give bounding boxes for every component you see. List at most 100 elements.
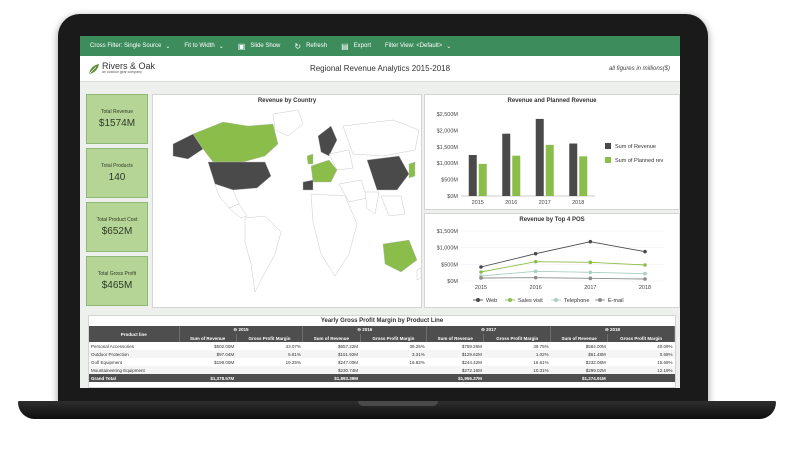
table-cell: 0.68% [607, 350, 675, 358]
revenue-bar-chart[interactable]: $0M $500M $1,000M $1,500M $2,000M $2,500M 2015… [425, 104, 679, 208]
map-region-china [366, 155, 410, 191]
export-icon: ▤ [341, 41, 349, 51]
x-tick-label: 2018 [572, 200, 584, 206]
kpi-value: $1574M [98, 118, 136, 129]
map-region-south-america [244, 215, 282, 293]
fit-to-width-label: Fit to Width [184, 43, 215, 49]
pos-chart-panel: Revenue by Top 4 POS $0M $500M $1,000M $1,5… [424, 213, 680, 308]
kpi-value: $465M [101, 280, 133, 291]
y-tick-label: $1,000M [437, 246, 459, 252]
column-header[interactable]: Gross Profit Margin [360, 334, 428, 342]
bar [579, 156, 588, 196]
legend-swatch [605, 143, 611, 149]
table-cell: 1.02% [483, 350, 551, 358]
map-region-japan [408, 161, 416, 179]
kpi-value: 140 [108, 172, 126, 183]
table-row[interactable]: Golf Equipment $198.00M 19.25% $247.00M 16.8… [89, 358, 675, 366]
fit-to-width-dropdown[interactable]: Fit to Width ⌄ [178, 36, 229, 56]
data-point [533, 275, 538, 280]
map-region-scandinavia [317, 125, 338, 157]
x-tick-label: 2018 [639, 285, 651, 291]
table-cell: $759.26M [426, 342, 484, 350]
leaf-icon [88, 63, 99, 74]
column-header[interactable]: Gross Profit Margin [236, 334, 304, 342]
kpi-value: $652M [101, 226, 133, 237]
table-cell: 40.09% [607, 342, 675, 350]
y-tick-label: $2,500M [437, 112, 459, 118]
table-cell [360, 366, 427, 374]
data-point [533, 269, 538, 274]
column-header[interactable]: Gross Profit Margin [483, 334, 552, 342]
data-point [588, 270, 593, 275]
bar [545, 144, 554, 196]
map-panel: Revenue by Country [152, 94, 422, 308]
grand-total-row[interactable]: Grand Total $1,378.57M $1,893.39M $1,955.37… [89, 374, 675, 382]
kpi-card-total-product-cost[interactable]: Total Product Cost $652M [86, 202, 148, 252]
column-header[interactable]: Sum of Revenue [550, 334, 609, 342]
year-header[interactable]: ⊖ 2018 [550, 326, 675, 334]
year-header[interactable]: ⊖ 2016 [302, 326, 428, 334]
pos-line-chart[interactable]: $0M $500M $1,000M $1,500M 2015 2016 2017 2018 We… [425, 223, 679, 307]
table-cell [179, 366, 237, 374]
table-cell: $247.00M [302, 358, 360, 366]
year-header[interactable]: ⊖ 2017 [426, 326, 552, 334]
map-region-west-europe [310, 159, 338, 183]
export-button[interactable]: ▤ Export [335, 36, 377, 56]
table-cell: $61.48M [550, 350, 608, 358]
column-header[interactable]: Sum of Revenue [302, 334, 361, 342]
table-cell: $232.08M [550, 358, 608, 366]
legend-marker [508, 298, 512, 302]
legend-label: Web [486, 298, 497, 304]
table-cell: 10.31% [483, 366, 551, 374]
table-cell: $198.00M [179, 358, 237, 366]
table-cell: 12.19% [607, 366, 675, 374]
bar [569, 143, 578, 196]
column-header[interactable]: Sum of Revenue [426, 334, 485, 342]
slideshow-icon: ▣ [237, 41, 246, 51]
refresh-button[interactable]: ↻ Refresh [288, 36, 333, 56]
cross-filter-dropdown[interactable]: Cross Filter: Single Source ⌄ [84, 36, 176, 56]
map-region-uk [306, 153, 314, 165]
bar [512, 155, 521, 196]
bar [535, 118, 544, 196]
x-tick-label: 2016 [505, 200, 517, 206]
row-label: Outdoor Protection [89, 350, 179, 358]
data-point [588, 260, 593, 265]
world-map[interactable] [153, 104, 422, 304]
map-region-iberia [302, 179, 314, 191]
product-line-header[interactable]: Product line [89, 326, 180, 342]
legend-label: Sales visit [518, 298, 543, 304]
table-row[interactable]: Mountaineering Equipment $230.74M $272.16M… [89, 366, 675, 374]
table-cell: $299.02M [550, 366, 608, 374]
chevron-down-icon: ⌄ [218, 43, 224, 50]
data-point [643, 277, 647, 281]
kpi-card-total-revenue[interactable]: Total Revenue $1574M [86, 94, 148, 144]
bar [502, 133, 511, 196]
kpi-card-total-gross-profit[interactable]: Total Gross Profit $465M [86, 256, 148, 306]
legend-marker [598, 298, 602, 302]
map-region-africa [310, 193, 358, 277]
y-tick-label: $500M [441, 178, 458, 184]
map-region-new-zealand [416, 267, 422, 281]
y-tick-label: $0M [447, 279, 458, 285]
map-region-canada [192, 121, 279, 163]
data-point [479, 265, 483, 269]
table-row[interactable]: Outdoor Protection $97.04M 5.81% $151.92M 3.… [89, 350, 675, 358]
series-line [480, 277, 646, 280]
year-header[interactable]: ⊖ 2015 [179, 326, 304, 334]
series-line [480, 241, 646, 268]
column-header[interactable]: Gross Profit Margin [607, 334, 675, 342]
table-row[interactable]: Personal Accessories $502.00M 43.07% $657.2… [89, 342, 675, 350]
dashboard-header: Rivers & Oak an outdoor gear company Reg… [80, 56, 680, 82]
slide-show-button[interactable]: ▣ Slide Show [232, 36, 287, 56]
profit-margin-table: Product line ⊖ 2015 ⊖ 2016 ⊖ 2017 ⊖ 2018… [89, 326, 675, 382]
filter-view-dropdown[interactable]: Filter View: <Default> ⌄ [379, 36, 457, 56]
refresh-icon: ↻ [294, 41, 302, 51]
data-point [643, 263, 647, 267]
legend-label: E-mail [608, 298, 624, 304]
kpi-card-total-products[interactable]: Total Products 140 [86, 148, 148, 198]
column-header[interactable]: Sum of Revenue [179, 334, 237, 342]
table-cell: 43.07% [236, 342, 303, 350]
map-region-india [364, 191, 380, 215]
company-logo: Rivers & Oak an outdoor gear company [88, 62, 155, 75]
